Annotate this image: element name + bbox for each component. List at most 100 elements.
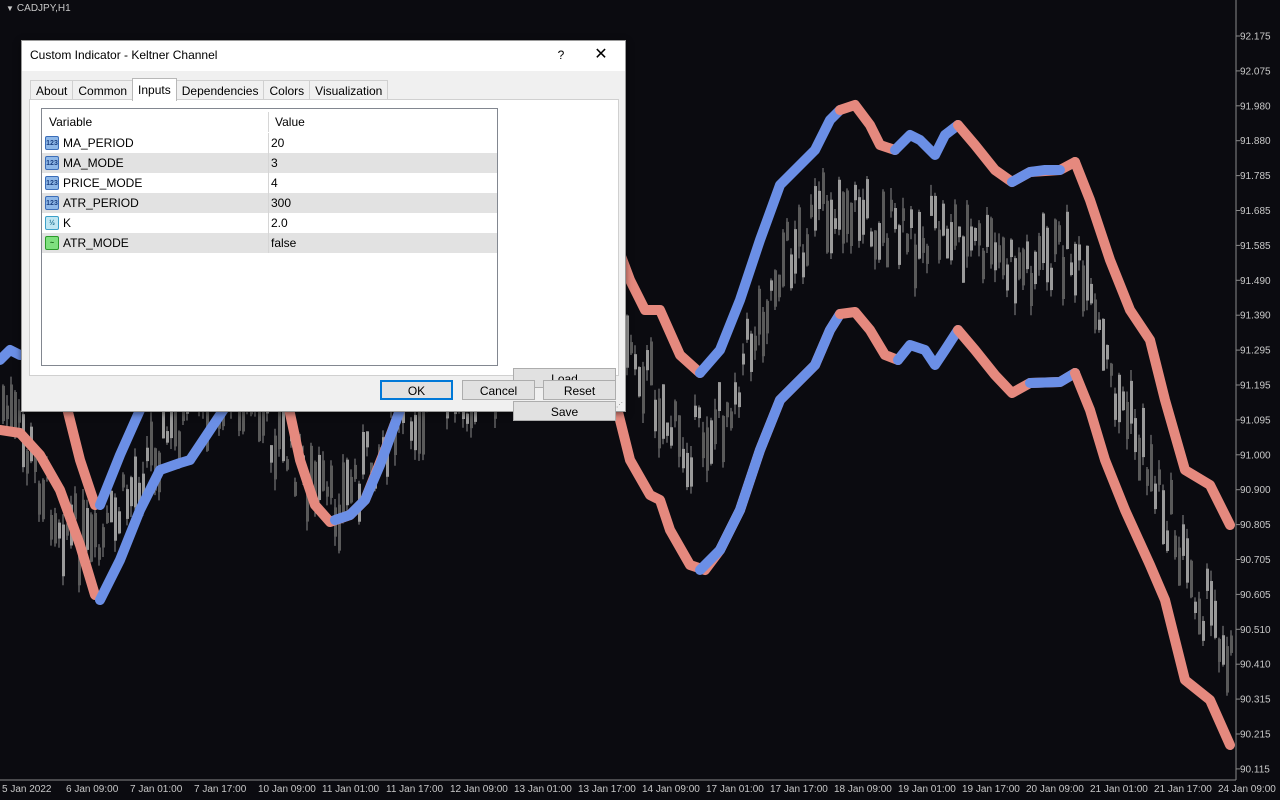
- tab-visualization[interactable]: Visualization: [309, 80, 389, 101]
- help-button[interactable]: ?: [549, 43, 573, 67]
- time-axis-label: 24 Jan 09:00: [1218, 784, 1276, 795]
- tab-inputs[interactable]: Inputs: [132, 78, 177, 101]
- candle-body: [122, 474, 125, 488]
- symbol-text: CADJPY,H1: [16, 3, 71, 14]
- candle-body: [910, 209, 913, 228]
- candle-body: [1018, 252, 1021, 279]
- candle-body: [274, 435, 277, 480]
- dialog-titlebar[interactable]: Custom Indicator - Keltner Channel ? ✕: [22, 41, 625, 71]
- candle-body: [98, 547, 101, 560]
- candle-body: [758, 288, 761, 335]
- candle-body: [730, 411, 733, 429]
- candle-body: [1066, 211, 1069, 250]
- ok-button[interactable]: OK: [380, 380, 453, 400]
- candle-body: [826, 200, 829, 253]
- candle-body: [1082, 265, 1085, 312]
- candle-body: [842, 192, 845, 244]
- reset-button[interactable]: Reset: [543, 380, 616, 400]
- table-row[interactable]: 123 ATR_PERIOD 300: [42, 193, 497, 213]
- candle-body: [810, 204, 813, 218]
- candle-body: [946, 228, 949, 259]
- variable-name: K: [63, 216, 72, 230]
- price-axis: 92.175 92.075 91.980 91.880 91.785 91.685 91.5…: [1236, 32, 1271, 800]
- candle-body: [1130, 380, 1133, 424]
- candle-body: [282, 408, 285, 462]
- candle-body: [914, 244, 917, 289]
- variable-value[interactable]: 300: [271, 193, 491, 213]
- time-axis-label: 5 Jan 2022: [2, 784, 52, 795]
- custom-indicator-dialog: Custom Indicator - Keltner Channel ? ✕ A…: [21, 40, 626, 421]
- time-axis-label: 18 Jan 09:00: [834, 784, 892, 795]
- candle-body: [1050, 267, 1053, 291]
- column-header-variable[interactable]: Variable: [42, 112, 269, 132]
- time-axis-label: 11 Jan 17:00: [386, 784, 444, 795]
- variable-value[interactable]: 4: [271, 173, 491, 193]
- candle-body: [938, 229, 941, 260]
- close-button[interactable]: ✕: [588, 43, 614, 67]
- candle-body: [2, 385, 5, 422]
- tab-common[interactable]: Common: [72, 80, 134, 101]
- cancel-button[interactable]: Cancel: [462, 380, 535, 400]
- price-axis-label: 91.095: [1240, 415, 1271, 426]
- table-row[interactable]: ~ ATR_MODE false: [42, 233, 497, 253]
- variable-value[interactable]: 2.0: [271, 213, 491, 233]
- candle-body: [750, 333, 753, 372]
- candle-body: [890, 199, 893, 212]
- candle-body: [326, 486, 329, 497]
- variable-value[interactable]: false: [271, 233, 491, 253]
- candle-body: [86, 508, 89, 550]
- table-row[interactable]: 123 MA_MODE 3: [42, 153, 497, 173]
- candle-body: [674, 401, 677, 422]
- candle-body: [918, 211, 921, 259]
- candle-body: [130, 477, 133, 507]
- candle-body: [1006, 264, 1009, 291]
- candle-body: [854, 184, 857, 201]
- variable-value[interactable]: 3: [271, 153, 491, 173]
- candle-body: [930, 195, 933, 216]
- candle-body: [742, 353, 745, 365]
- price-axis-label: 90.705: [1240, 555, 1271, 566]
- boolean-type-icon: ~: [45, 236, 59, 250]
- time-axis-label: 20 Jan 09:00: [1026, 784, 1084, 795]
- price-axis-label: 92.175: [1240, 32, 1271, 43]
- candle-body: [1218, 638, 1221, 662]
- candle-body: [982, 250, 985, 280]
- symbol-label[interactable]: ▼ CADJPY,H1: [6, 3, 71, 14]
- table-row[interactable]: 123 PRICE_MODE 4: [42, 173, 497, 193]
- candle-body: [1110, 363, 1113, 376]
- candle-body: [866, 179, 869, 219]
- tab-dependencies[interactable]: Dependencies: [175, 80, 265, 101]
- candle-body: [770, 280, 773, 291]
- candle-body: [626, 315, 629, 368]
- candle-body: [1210, 581, 1213, 626]
- candle-body: [846, 190, 849, 234]
- candle-body: [722, 416, 725, 463]
- candle-body: [1118, 374, 1121, 423]
- time-axis-label: 19 Jan 01:00: [898, 784, 956, 795]
- table-row[interactable]: ½ K 2.0: [42, 213, 497, 233]
- integer-type-icon: 123: [45, 136, 59, 150]
- table-row[interactable]: 123 MA_PERIOD 20: [42, 133, 497, 153]
- tab-colors[interactable]: Colors: [263, 80, 311, 101]
- candle-body: [166, 431, 169, 443]
- variable-value[interactable]: 20: [271, 133, 491, 153]
- save-button[interactable]: Save: [513, 401, 616, 421]
- candle-body: [950, 222, 953, 261]
- tab-about[interactable]: About: [30, 80, 74, 101]
- inputs-table[interactable]: Variable Value 123 MA_PERIOD 20 123 MA_M…: [41, 108, 498, 366]
- resize-grip-icon[interactable]: ⋰: [616, 402, 624, 410]
- candle-body: [1182, 524, 1185, 556]
- price-axis-label: 91.295: [1240, 346, 1271, 357]
- dropdown-triangle-icon[interactable]: ▼: [6, 4, 14, 13]
- candle-body: [738, 392, 741, 408]
- keltner-band-segment: [1070, 368, 1235, 750]
- candle-body: [1138, 437, 1141, 481]
- candle-body: [350, 476, 353, 503]
- candle-body: [318, 454, 321, 501]
- candle-body: [926, 245, 929, 264]
- time-axis-label: 11 Jan 01:00: [322, 784, 380, 795]
- candle-body: [718, 382, 721, 411]
- variable-name: MA_MODE: [63, 156, 124, 170]
- candle-body: [10, 384, 13, 430]
- column-header-value[interactable]: Value: [271, 112, 495, 132]
